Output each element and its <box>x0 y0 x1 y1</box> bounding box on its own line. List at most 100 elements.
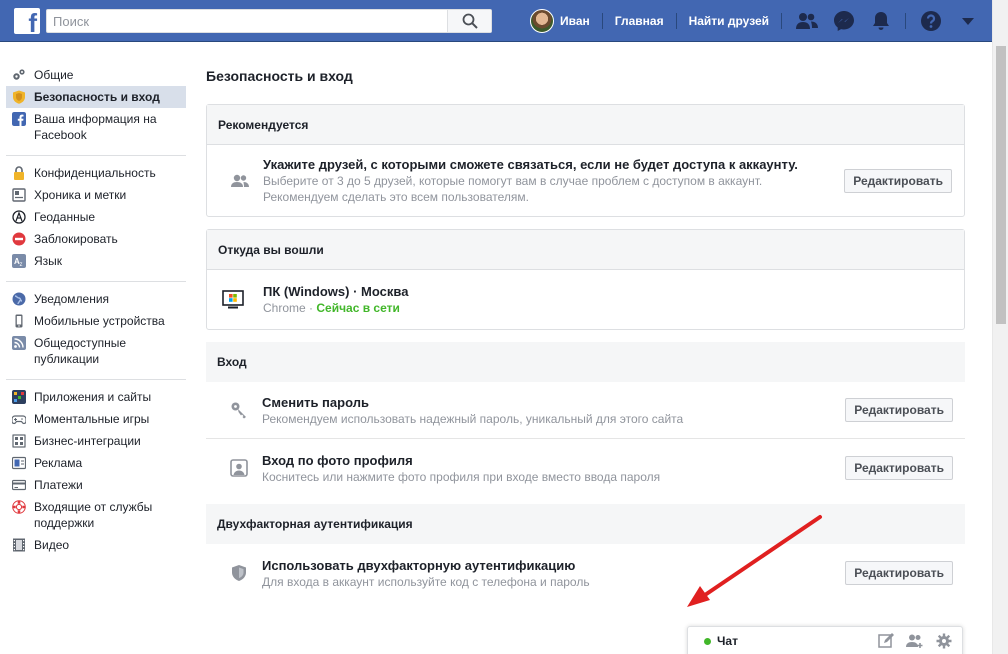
nav-divider <box>781 13 783 29</box>
chat-settings-gear-icon[interactable] <box>936 633 952 649</box>
trusted-contacts-title: Укажите друзей, с которыми сможете связа… <box>263 157 798 172</box>
page-scrollbar[interactable] <box>992 0 1008 654</box>
gears-icon <box>13 69 25 80</box>
sidebar-item-label: Конфиденциальность <box>34 166 156 180</box>
sidebar-item-ads[interactable]: Реклама <box>6 452 186 474</box>
sidebar-item-label: Приложения и сайты <box>34 390 152 404</box>
sidebar-item-security[interactable]: Безопасность и вход <box>6 86 186 108</box>
session-details: Chrome · Сейчас в сети <box>263 300 803 316</box>
sidebar-item-label: Общие <box>34 68 74 82</box>
sidebar-item-notifications[interactable]: Уведомления <box>6 288 186 310</box>
friends-icon <box>231 174 249 187</box>
nav-divider <box>905 13 907 29</box>
sidebar-item-location[interactable]: Геоданные <box>6 206 186 228</box>
sidebar-item-label: Платежи <box>34 478 83 492</box>
profile-photo-icon <box>230 459 248 477</box>
two-factor-section: Двухфакторная аутентификация Использоват… <box>206 504 965 602</box>
sidebar-item-blocking[interactable]: Заблокировать <box>6 228 186 250</box>
profile-photo-login-desc: Коснитесь или нажмите фото профиля при в… <box>262 470 661 484</box>
edit-trusted-contacts-button[interactable]: Редактировать <box>844 168 952 193</box>
sidebar-group: Общие Безопасность и вход Ваша информаци… <box>6 58 186 156</box>
sidebar-group: Уведомления Мобильные устройства Общедос… <box>6 282 186 380</box>
sidebar-item-videos[interactable]: Видео <box>6 534 186 556</box>
sidebar-item-general[interactable]: Общие <box>6 64 186 86</box>
sidebar-item-mobile[interactable]: Мобильные устройства <box>6 310 186 332</box>
top-navigation-bar: f Иван Главная Найти друзей <box>0 0 992 42</box>
sidebar-item-label: Ваша информация на Facebook <box>34 112 157 142</box>
friend-requests-icon[interactable] <box>794 8 820 34</box>
windows-desktop-icon <box>222 289 244 308</box>
session-separator: · <box>305 301 317 315</box>
business-icon <box>12 434 26 448</box>
online-status-dot <box>704 638 711 645</box>
sidebar-item-support-inbox[interactable]: Входящие от службы поддержки <box>6 496 186 534</box>
session-browser: Chrome <box>263 301 306 315</box>
edit-two-factor-button[interactable]: Редактировать <box>845 561 953 585</box>
lifebuoy-icon <box>12 500 26 514</box>
sidebar-item-timeline-tagging[interactable]: Хроника и метки <box>6 184 186 206</box>
sidebar-item-your-information[interactable]: Ваша информация на Facebook <box>6 108 186 146</box>
login-section: Вход Сменить пароль Рекомендуем использо… <box>206 342 965 497</box>
new-group-icon[interactable] <box>906 633 924 649</box>
sidebar-item-label: Реклама <box>34 456 83 470</box>
session-row[interactable]: ПК (Windows) · Москва Chrome · Сейчас в … <box>207 270 964 329</box>
sidebar-item-instant-games[interactable]: Моментальные игры <box>6 408 186 430</box>
notifications-bell-icon[interactable] <box>868 8 894 34</box>
help-icon[interactable] <box>918 8 944 34</box>
find-friends-link[interactable]: Найти друзей <box>689 8 781 34</box>
facebook-logo[interactable]: f <box>14 8 40 36</box>
globe-icon <box>12 292 26 306</box>
edit-password-button[interactable]: Редактировать <box>845 398 953 422</box>
two-factor-desc: Для входа в аккаунт используйте код с те… <box>262 575 590 589</box>
scrollbar-thumb[interactable] <box>996 46 1006 324</box>
top-nav-right: Иван Главная Найти друзей <box>530 8 992 34</box>
recommended-header: Рекомендуется <box>207 105 964 145</box>
messenger-icon[interactable] <box>831 8 857 34</box>
avatar[interactable] <box>530 9 554 33</box>
sidebar-group: Конфиденциальность Хроника и метки Геода… <box>6 156 186 282</box>
compose-icon[interactable] <box>878 633 894 649</box>
home-link[interactable]: Главная <box>615 8 676 34</box>
sidebar-item-label: Заблокировать <box>34 232 118 246</box>
sidebar-item-label: Входящие от службы поддержки <box>34 500 153 530</box>
sidebar-item-apps[interactable]: Приложения и сайты <box>6 386 186 408</box>
two-factor-title: Использовать двухфакторную аутентификаци… <box>262 558 576 573</box>
sidebar-item-label: Язык <box>34 254 63 268</box>
block-icon <box>12 232 26 246</box>
sidebar-item-privacy[interactable]: Конфиденциальность <box>6 162 186 184</box>
search-button[interactable] <box>447 10 491 32</box>
sidebar-item-label: Геоданные <box>34 210 96 224</box>
mobile-icon <box>15 314 23 328</box>
sidebar-item-label: Безопасность и вход <box>34 90 160 104</box>
sidebar-item-business-integrations[interactable]: Бизнес-интеграции <box>6 430 186 452</box>
where-logged-in-card: Откуда вы вошли ПК (Windows) · Москва Ch… <box>206 229 965 330</box>
search-input[interactable] <box>47 10 447 32</box>
session-device: ПК (Windows) · Москва <box>263 284 409 299</box>
change-password-title: Сменить пароль <box>262 395 369 410</box>
chat-bar[interactable]: Чат <box>687 626 963 654</box>
rss-icon <box>12 336 26 350</box>
profile-link[interactable]: Иван <box>560 8 602 34</box>
search-box <box>46 9 492 33</box>
sidebar-item-public-posts[interactable]: Общедоступные публикации <box>6 332 186 370</box>
chat-tools <box>878 633 952 649</box>
card-icon <box>12 479 26 491</box>
lock-icon <box>14 166 24 180</box>
trusted-contacts-row: Укажите друзей, с которыми сможете связа… <box>207 145 964 216</box>
location-icon <box>12 210 26 224</box>
edit-profile-photo-login-button[interactable]: Редактировать <box>845 456 953 480</box>
recommended-card: Рекомендуется Укажите друзей, с которыми… <box>206 104 965 217</box>
sidebar-item-label: Бизнес-интеграции <box>34 434 141 448</box>
sidebar-item-language[interactable]: Az Язык <box>6 250 186 272</box>
session-status: Сейчас в сети <box>316 301 400 315</box>
where-logged-in-header: Откуда вы вошли <box>207 230 964 270</box>
shield-icon <box>232 565 246 581</box>
film-icon <box>13 538 25 552</box>
profile-photo-login-title: Вход по фото профиля <box>262 453 413 468</box>
svg-text:z: z <box>20 262 23 268</box>
nav-divider <box>675 13 677 29</box>
shield-badge-icon <box>13 90 25 104</box>
sidebar-group: Приложения и сайты Моментальные игры Биз… <box>6 380 186 565</box>
sidebar-item-payments[interactable]: Платежи <box>6 474 186 496</box>
account-menu-chevron-icon[interactable] <box>955 8 981 34</box>
